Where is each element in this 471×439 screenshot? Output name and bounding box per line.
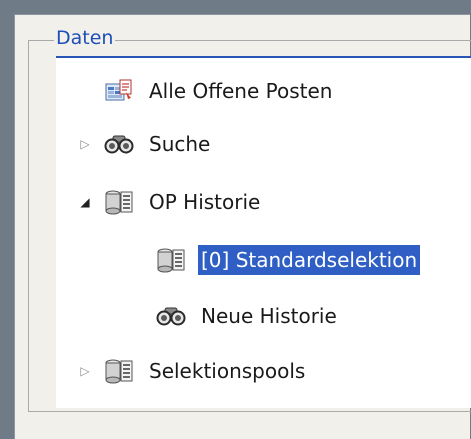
tree-item-alle-offene-posten[interactable]: Alle Offene Posten: [104, 74, 335, 108]
tree-item-selektionspools[interactable]: ▷ Selektionspools: [78, 354, 308, 388]
tree-view[interactable]: Alle Offene Posten ▷ Suche ◢ OP Historie…: [56, 56, 471, 408]
tree-item-standardselektion[interactable]: [0] Standardselektion: [156, 243, 421, 277]
tree-item-label: OP Historie: [149, 190, 261, 214]
tree-item-label: Suche: [149, 132, 211, 156]
report-icon: [104, 78, 134, 104]
tree-item-label-selected: [0] Standardselektion: [198, 245, 421, 275]
binoculars-icon: [156, 303, 186, 329]
database-icon: [156, 247, 186, 273]
tree-item-op-historie[interactable]: ◢ OP Historie: [78, 185, 263, 219]
tree-item-suche[interactable]: ▷ Suche: [78, 127, 213, 161]
database-icon: [104, 189, 134, 215]
groupbox-title: Daten: [54, 26, 116, 50]
binoculars-icon: [104, 131, 134, 157]
collapse-arrow-icon[interactable]: ◢: [78, 195, 92, 209]
expand-arrow-icon[interactable]: ▷: [78, 137, 92, 151]
expand-arrow-icon[interactable]: ▷: [78, 364, 92, 378]
database-icon: [104, 358, 134, 384]
groupbox-top-line: [140, 40, 471, 41]
tree-item-label: Selektionspools: [149, 359, 306, 383]
tree-item-label: Alle Offene Posten: [149, 79, 333, 103]
tree-item-label: Neue Historie: [201, 304, 337, 328]
outer-frame: Daten Alle Offene Posten ▷ Suche ◢ OP Hi…: [0, 0, 471, 439]
tree-item-neue-historie[interactable]: Neue Historie: [156, 299, 340, 333]
